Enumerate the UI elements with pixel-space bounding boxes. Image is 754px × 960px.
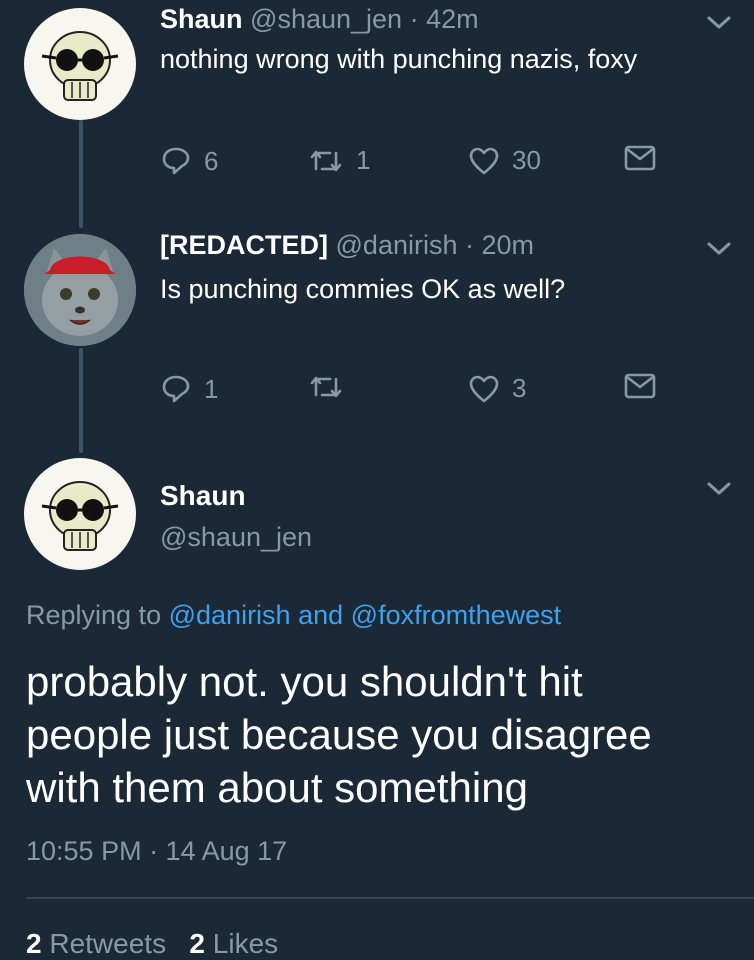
reply-count: 6 <box>204 145 219 176</box>
separator-dot: · <box>409 4 419 34</box>
user-handle[interactable]: @shaun_jen <box>250 4 402 34</box>
mention-link[interactable]: @foxfromthewest <box>351 600 561 630</box>
tweet-timestamp[interactable]: 10:55 PM · 14 Aug 17 <box>26 836 287 867</box>
reply-button[interactable]: 6 <box>160 145 218 177</box>
tweet-header: Shaun @shaun_jen · 42m <box>160 4 479 35</box>
main-tweet-text: probably not. you shouldn't hit people j… <box>26 655 741 814</box>
heart-icon <box>469 147 499 174</box>
retweet-count: 1 <box>356 145 371 175</box>
likes-stat[interactable]: 2 Likes <box>189 928 278 959</box>
replying-prefix: Replying to <box>26 600 162 630</box>
tweet-actions: 6 1 30 <box>160 145 680 185</box>
divider <box>26 897 754 899</box>
retweet-icon <box>310 150 342 171</box>
like-count: 30 <box>512 145 541 175</box>
tweet-text: Is punching commies OK as well? <box>160 274 566 304</box>
direct-message-button[interactable] <box>624 373 656 399</box>
retweets-stat[interactable]: 2 Retweets <box>26 928 166 959</box>
reply-icon <box>162 147 190 175</box>
tweet-text: nothing wrong with punching nazis, foxy <box>160 44 638 74</box>
avatar[interactable] <box>24 234 136 346</box>
retweet-button[interactable] <box>308 373 356 401</box>
tweet-text-line: probably not. you shouldn't hit <box>26 658 583 705</box>
direct-message-button[interactable] <box>624 145 656 171</box>
user-handle[interactable]: @shaun_jen <box>160 522 312 553</box>
envelope-icon <box>624 145 656 171</box>
chevron-down-icon[interactable] <box>706 480 732 498</box>
like-button[interactable]: 30 <box>468 145 541 176</box>
display-name[interactable]: Shaun <box>160 480 246 512</box>
tweet-text-line: people just because you disagree <box>26 711 652 758</box>
replying-and: and <box>298 600 344 630</box>
chevron-down-icon[interactable] <box>706 240 732 258</box>
display-name[interactable]: Shaun <box>160 4 243 34</box>
like-total: 2 <box>189 928 205 959</box>
mention-link[interactable]: @danirish <box>169 600 291 630</box>
skull-sunglasses-avatar-icon <box>41 31 119 101</box>
avatar[interactable] <box>24 8 136 120</box>
tweet-time[interactable]: 20m <box>482 230 535 260</box>
tweet-text-line: with them about something <box>26 764 528 811</box>
user-handle[interactable]: @danirish <box>336 230 458 260</box>
like-count: 3 <box>512 373 527 403</box>
like-label: Likes <box>212 928 279 959</box>
like-button[interactable]: 3 <box>468 373 526 404</box>
heart-icon <box>469 375 499 402</box>
thread-connector <box>79 348 83 453</box>
reply-button[interactable]: 1 <box>160 373 218 405</box>
engagement-stats: 2 Retweets 2 Likes <box>26 928 278 960</box>
separator-dot: · <box>465 230 474 260</box>
reply-icon <box>162 375 190 403</box>
skull-sunglasses-avatar-icon <box>41 481 119 551</box>
retweet-label: Retweets <box>49 928 167 959</box>
replying-to: Replying to @danirish and @foxfromthewes… <box>26 600 561 631</box>
envelope-icon <box>624 373 656 399</box>
display-name[interactable]: [REDACTED] <box>160 230 328 260</box>
tweet-actions: 1 3 <box>160 373 680 413</box>
thread-connector <box>79 120 83 228</box>
cat-red-cap-avatar-icon <box>24 234 136 346</box>
tweet-time[interactable]: 42m <box>426 4 479 34</box>
chevron-down-icon[interactable] <box>706 14 732 32</box>
retweet-icon <box>310 376 342 398</box>
retweet-total: 2 <box>26 928 42 959</box>
retweet-button[interactable]: 1 <box>308 145 370 176</box>
reply-count: 1 <box>204 373 219 404</box>
avatar[interactable] <box>24 458 136 570</box>
tweet-header: [REDACTED] @danirish · 20m <box>160 230 534 261</box>
